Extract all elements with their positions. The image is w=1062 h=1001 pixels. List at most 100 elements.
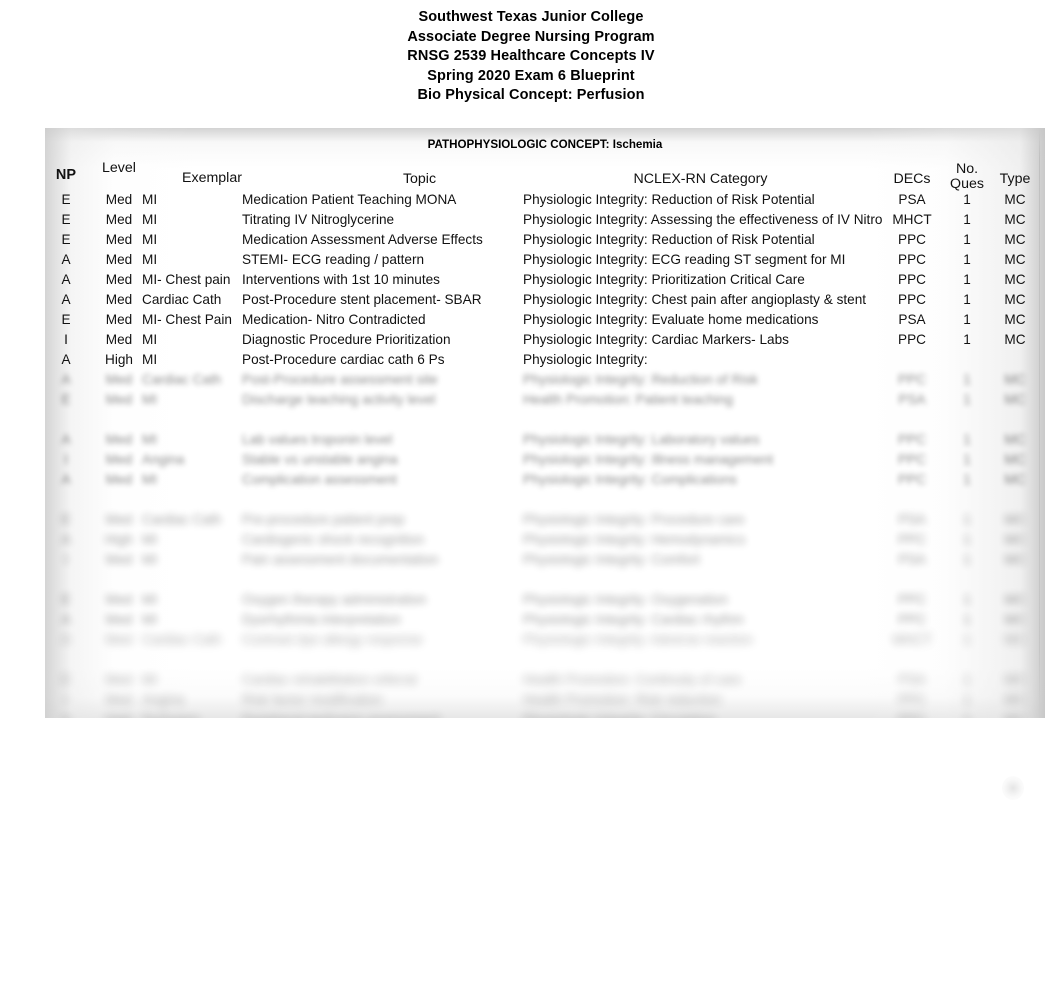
cell-topic: Post-Procedure assessment site (242, 372, 438, 387)
cell-level: High (105, 352, 133, 367)
cell-type: MC (991, 710, 1039, 718)
cell-topic: Oxygen therapy administration (242, 592, 427, 607)
cell-type: MC (1004, 612, 1026, 627)
title-line-course: RNSG 2539 Healthcare Concepts IV (407, 48, 655, 65)
table-row[interactable]: E Med MI Cardiac rehabilitation referral Hea… (45, 670, 1045, 690)
cell-ques: 1 (963, 532, 971, 547)
cell-ques: 1 (963, 672, 971, 687)
table-row[interactable]: E Med MI Medication Assessment Adverse Effe… (45, 230, 1045, 250)
table-row[interactable]: E Med Cardiac Cath Pre-procedure patient pr… (45, 510, 1045, 530)
column-header-type[interactable]: Type (991, 172, 1039, 187)
cell-nclex: Health Promotion: Patient teaching (523, 392, 734, 407)
table-body: E Med MI Medication Patient Teaching MONA Ph… (45, 190, 1045, 718)
title-line-term-exam: Spring 2020 Exam 6 Blueprint (427, 67, 635, 84)
cell-nclex: Physiologic Integrity: (523, 352, 648, 367)
cell-ques: 1 (963, 212, 971, 227)
cell-level: Med (105, 432, 133, 447)
table-row[interactable]: E Med MI Oxygen therapy administration Physi… (45, 590, 1045, 610)
cell-type: MC (1004, 372, 1026, 387)
table-row[interactable]: A Med MI- Chest pain Interventions with 1st… (45, 270, 1045, 290)
cell-np: A (45, 710, 87, 718)
table-row[interactable]: A Med MI STEMI- ECG reading / pattern Physio… (45, 250, 1045, 270)
cell-level: Med (105, 452, 133, 467)
cell-decs: PSA (898, 512, 926, 527)
column-header-np[interactable]: NP (45, 168, 87, 183)
cell-np: I (64, 452, 68, 467)
table-row[interactable]: A Med Cardiac Cath Post-Procedure stent pla… (45, 290, 1045, 310)
table-row[interactable]: E Med MI Medication Patient Teaching MONA Ph… (45, 190, 1045, 210)
blueprint-table: PATHOPHYSIOLOGIC CONCEPT: Ischemia NP Le… (45, 128, 1045, 718)
cell-ques: 1 (963, 612, 971, 627)
cell-type: MC (1004, 452, 1026, 467)
cell-np: A (61, 352, 71, 367)
cell-topic: Complication assessment (242, 472, 397, 487)
table-row[interactable]: I Med MI Diagnostic Procedure Prioritizatio… (45, 330, 1045, 350)
cell-np: I (64, 552, 68, 567)
table-row[interactable]: A Med Cardiac Cath Contrast dye allergy res… (45, 630, 1045, 650)
column-header-no-ques-line2: Ques (950, 175, 984, 192)
table-row[interactable]: A Med MI Lab values troponin level Physiolog… (45, 430, 1045, 450)
title-line-program: Associate Degree Nursing Program (407, 28, 655, 45)
cell-nclex: Physiologic Integrity: Illness managemen… (523, 452, 774, 467)
table-row[interactable]: E Med MI- Chest Pain Medication- Nitro Cont… (45, 310, 1045, 330)
table-row[interactable]: A High MI Cardiogenic shock recognition Phys… (45, 530, 1045, 550)
table-row[interactable]: I Med Angina Stable vs unstable angina Physi… (45, 450, 1045, 470)
cell-ques: 1 (963, 632, 971, 647)
cell-np: A (61, 532, 71, 547)
table-row[interactable]: A Med MI Complication assessment Physiologic… (45, 470, 1045, 490)
column-header-level[interactable]: Level (91, 161, 147, 176)
table-row[interactable]: A High MI Post-Procedure cardiac cath 6 Ps P… (45, 350, 1045, 370)
cell-ques: 1 (963, 372, 971, 387)
cell-nclex: Physiologic Integrity: Chest pain after … (523, 292, 867, 307)
cell-decs: PSA (898, 672, 926, 687)
cell-nclex: Physiologic Integrity: Cardiac rhythm (523, 612, 744, 627)
table-row[interactable]: A Med Cardiac Cath Post-Procedure assessmen… (45, 370, 1045, 390)
cell-decs: PSA (898, 552, 926, 567)
cell-ques: 1 (963, 392, 971, 407)
cell-level: Med (105, 552, 133, 567)
column-header-decs[interactable]: DECs (883, 172, 941, 187)
cell-nclex: Physiologic Integrity: Assessing the eff… (523, 212, 883, 227)
cell-ques: 1 (963, 312, 971, 327)
cell-level: High (105, 532, 133, 547)
column-header-no-ques[interactable]: No. Ques (943, 162, 991, 191)
cell-ques: 1 (963, 452, 971, 467)
cell-np: E (61, 212, 71, 227)
cell-decs: MHCT (892, 212, 932, 227)
cell-topic: Post-Procedure stent placement- SBAR (242, 292, 482, 307)
cell-topic: Peripheral perfusion assessment (242, 710, 512, 718)
cell-topic: Discharge teaching activity level (242, 392, 436, 407)
pathophysiologic-concept-banner: PATHOPHYSIOLOGIC CONCEPT: Ischemia (427, 138, 663, 151)
cell-type: MC (1004, 252, 1026, 267)
table-header-row: NP Level Exemplar Topic NCLEX-RN Categor… (45, 157, 1045, 191)
cell-type: MC (1004, 692, 1026, 707)
table-row[interactable]: I Med Angina Risk factor modification Health… (45, 690, 1045, 710)
cell-level: Med (105, 632, 133, 647)
cell-topic: Post-Procedure cardiac cath 6 Ps (242, 352, 445, 367)
column-header-nclex[interactable]: NCLEX-RN Category (523, 172, 878, 187)
table-row[interactable]: AHighPerfusionPeripheral perfusion asses… (45, 710, 1045, 718)
cell-level: Med (105, 372, 133, 387)
cell-np: E (61, 232, 71, 247)
cell-ques: 1 (963, 192, 971, 207)
cell-level: Med (105, 612, 133, 627)
table-row[interactable]: A Med MI Dysrhythmia interpretation Physiolo… (45, 610, 1045, 630)
cell-topic: Medication Assessment Adverse Effects (242, 232, 483, 247)
table-row[interactable]: E Med MI Titrating IV Nitroglycerine Physiol… (45, 210, 1045, 230)
table-row[interactable]: E Med MI Discharge teaching activity level H… (45, 390, 1045, 410)
cell-level: Med (105, 592, 133, 607)
cell-np: A (61, 272, 71, 287)
cell-topic: Lab values troponin level (242, 432, 393, 447)
cell-np: A (61, 632, 71, 647)
cell-level: Med (105, 272, 133, 287)
cell-level: Med (105, 232, 133, 247)
cell-decs: PPC (898, 332, 926, 347)
cell-decs: PPC (898, 372, 926, 387)
cell-type: MC (1004, 512, 1026, 527)
table-row[interactable]: I Med MI Pain assessment documentation Physi… (45, 550, 1045, 570)
cell-level: Med (105, 312, 133, 327)
cell-decs: PSA (898, 312, 926, 327)
cell-ques: 1 (963, 592, 971, 607)
cell-topic: Stable vs unstable angina (242, 452, 398, 467)
cell-type: MC (1004, 272, 1026, 287)
